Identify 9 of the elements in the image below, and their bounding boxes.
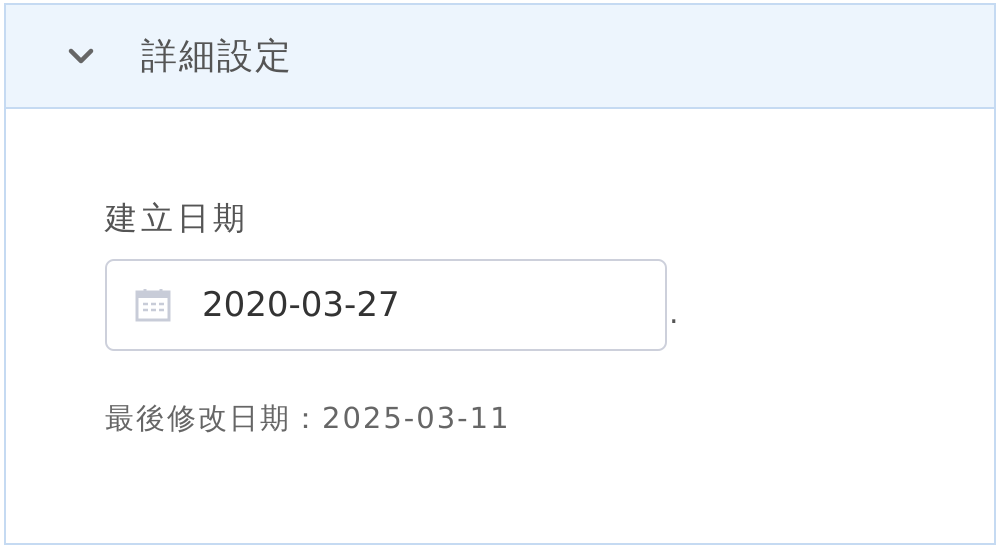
- calendar-icon: [134, 287, 172, 323]
- chevron-icon: [66, 46, 96, 66]
- section-title: 詳細設定: [141, 34, 293, 78]
- date-field[interactable]: 2020-03-27: [105, 259, 667, 351]
- field-label: 建立日期: [105, 198, 250, 239]
- date-value: 2020-03-27: [202, 285, 400, 325]
- modified-date-text: 最後修改日期：2025-03-11: [105, 400, 512, 437]
- suffix-text: .: [669, 296, 679, 333]
- section-header[interactable]: 詳細設定: [6, 5, 994, 109]
